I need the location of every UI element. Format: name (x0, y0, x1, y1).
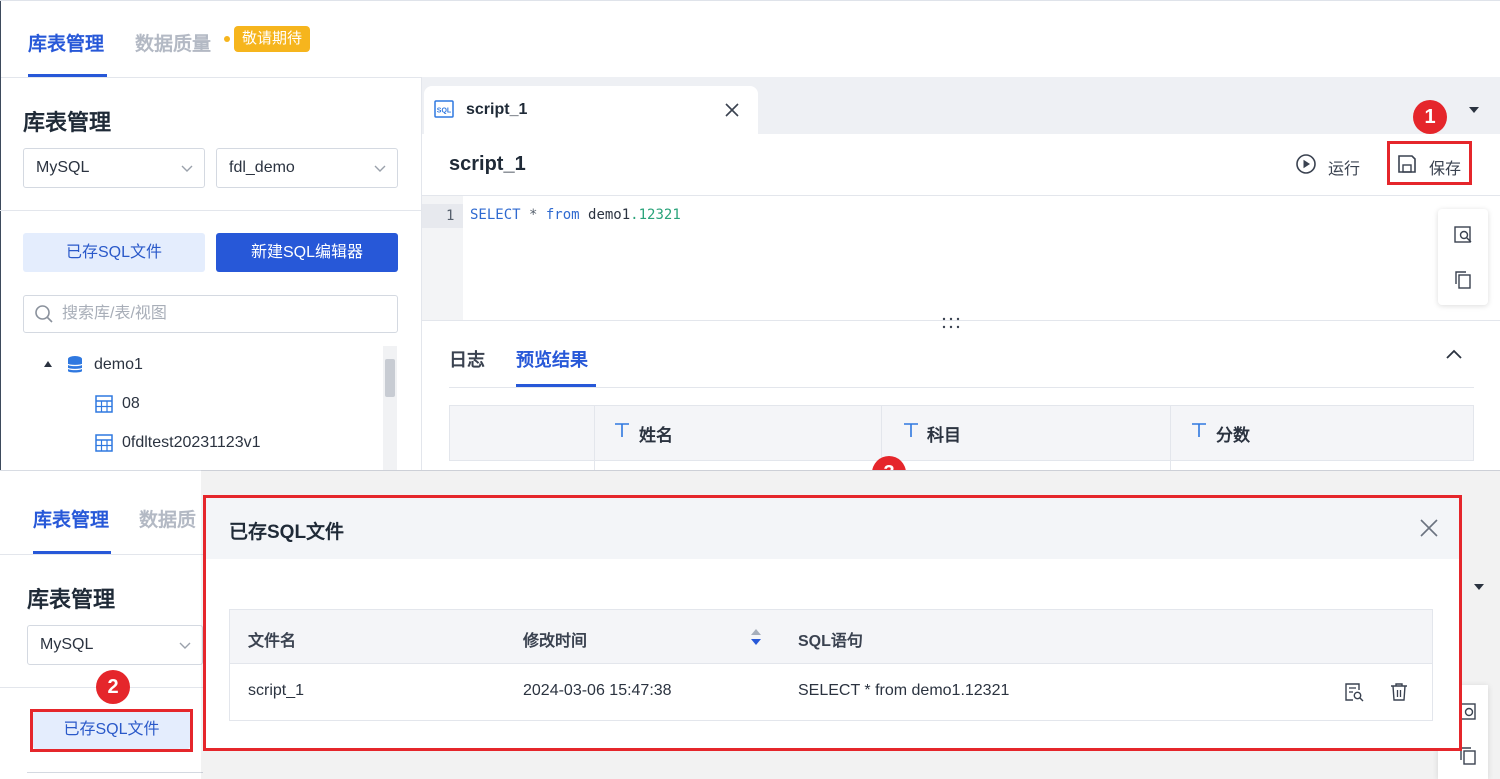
svg-text:SQL: SQL (437, 108, 452, 115)
side-toolbar (1438, 209, 1488, 305)
divider (0, 554, 205, 555)
tab-menu-dropdown-icon (1474, 584, 1484, 590)
bottom-screenshot: 库表管理 数据质 库表管理 MySQL 已存SQL文件 2 已存SQL文件 文件… (0, 470, 1500, 779)
annotation-badge-2: 2 (96, 670, 130, 704)
copy-icon[interactable] (1453, 270, 1473, 290)
table-icon (95, 395, 113, 413)
column-header-subject[interactable]: 科目 (927, 421, 961, 446)
search-placeholder: 搜索库/表/视图 (62, 305, 167, 322)
close-tab-icon[interactable] (724, 102, 740, 118)
text-type-icon (904, 423, 918, 437)
db-name-select[interactable]: fdl_demo (216, 148, 398, 188)
active-line-gutter (422, 204, 463, 228)
highlight-box-saved-sql (30, 709, 193, 752)
result-tab-log[interactable]: 日志 (449, 346, 485, 372)
chevron-down-icon (179, 642, 191, 649)
line-number: 1 (446, 208, 455, 224)
divider (449, 460, 1474, 461)
tree-table-item[interactable]: 0fdltest20231123v1 (122, 434, 260, 452)
format-sql-icon[interactable] (1453, 225, 1473, 245)
main-tab-table-management[interactable]: 库表管理 (33, 505, 109, 532)
database-icon (67, 356, 83, 373)
db-type-select[interactable]: MySQL (23, 148, 205, 188)
sql-file-icon: SQL (434, 100, 454, 118)
resize-handle-icon[interactable] (940, 316, 962, 330)
db-type-value: MySQL (40, 636, 94, 653)
tree-table-item[interactable]: 08 (122, 395, 140, 413)
table-icon (95, 434, 113, 452)
column-header-score[interactable]: 分数 (1216, 421, 1250, 446)
script-title: script_1 (449, 153, 526, 175)
result-table-header (449, 405, 1474, 461)
run-icon (1296, 154, 1316, 174)
divider (0, 77, 422, 78)
sql-table-name: demo1 (579, 207, 631, 223)
chevron-down-icon (181, 165, 193, 172)
column-header-name[interactable]: 姓名 (639, 421, 673, 446)
top-screenshot: 库表管理 数据质量 敬请期待 库表管理 MySQL fdl_demo 已存SQL… (0, 0, 1500, 470)
panel-title: 库表管理 (23, 110, 112, 135)
left-edge (0, 1, 1, 470)
sql-keyword: from (545, 207, 580, 223)
new-sql-editor-button[interactable]: 新建SQL编辑器 (216, 233, 398, 272)
saved-sql-files-button[interactable]: 已存SQL文件 (23, 233, 205, 272)
coming-soon-badge: 敬请期待 (234, 26, 311, 52)
editor-tab-label: script_1 (466, 101, 528, 118)
tab-menu-dropdown-icon[interactable] (1468, 105, 1480, 115)
text-type-icon (1192, 423, 1206, 437)
search-icon (35, 305, 53, 323)
divider (0, 210, 422, 211)
sql-operator: * (520, 207, 546, 223)
chevron-up-icon[interactable] (1445, 348, 1463, 360)
highlight-box-modal (203, 495, 1462, 751)
highlight-box-save (1387, 141, 1472, 185)
chevron-down-icon (374, 165, 386, 172)
tree-database-demo1[interactable]: demo1 (94, 356, 143, 374)
result-tab-preview[interactable]: 预览结果 (516, 346, 588, 372)
sql-table-suffix: .12321 (630, 207, 681, 223)
db-type-value: MySQL (36, 159, 90, 176)
panel-title: 库表管理 (27, 587, 116, 612)
run-button[interactable]: 运行 (1328, 155, 1360, 179)
soon-dot-icon (224, 36, 230, 42)
tree-scroll-thumb[interactable] (385, 359, 395, 397)
collapse-triangle-icon[interactable] (43, 359, 53, 369)
db-name-value: fdl_demo (229, 159, 295, 176)
search-input[interactable]: 搜索库/表/视图 (23, 295, 398, 333)
divider (449, 387, 1474, 388)
sql-code-line[interactable]: SELECT * from demo1.12321 (470, 207, 681, 223)
divider (27, 772, 203, 773)
main-tab-data-quality[interactable]: 数据质量 (135, 29, 211, 56)
text-type-icon (615, 423, 629, 437)
db-type-select[interactable]: MySQL (27, 625, 203, 665)
sql-keyword: SELECT (470, 207, 521, 223)
annotation-badge-1: 1 (1413, 100, 1447, 134)
main-tab-table-management[interactable]: 库表管理 (28, 29, 104, 56)
main-tab-data-quality[interactable]: 数据质 (139, 505, 196, 532)
